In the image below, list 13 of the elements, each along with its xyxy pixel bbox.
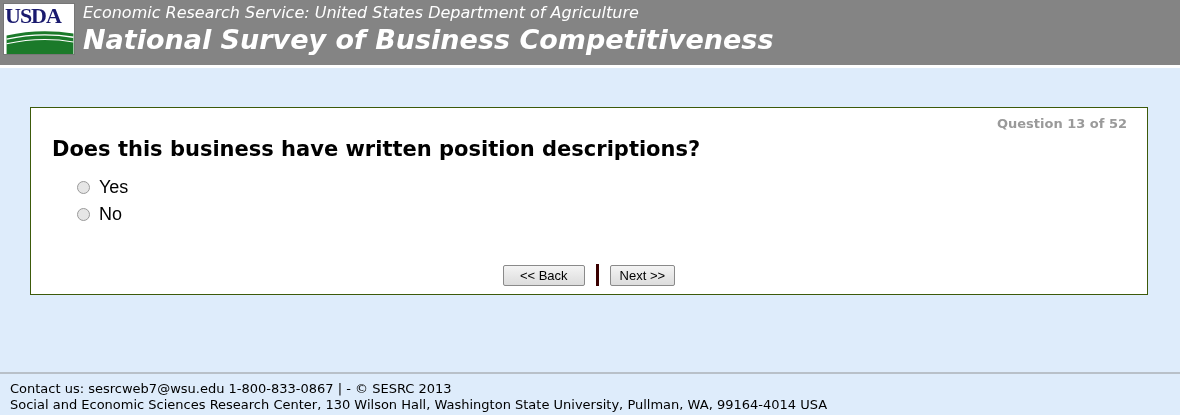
- back-button[interactable]: << Back: [502, 264, 585, 286]
- next-button[interactable]: Next >>: [609, 264, 676, 286]
- address-text: Social and Economic Sciences Research Center, 130 Wilson Hall, Washington State University, Pullman, WA, 99164-4014 USA: [10, 397, 829, 413]
- contact-info: Contact us: sesrcweb7@wsu.edu 1-800-833-0867 | - © SESRC 2013: [10, 381, 453, 397]
- agency-name: Economic Research Service: United States Department of Agriculture: [83, 3, 640, 23]
- radio-button[interactable]: [77, 180, 90, 194]
- radio-option[interactable]: No: [77, 200, 1147, 228]
- question-counter: Question 13 of 52: [996, 115, 1127, 133]
- logo-text: USDA: [4, 4, 63, 28]
- question-text: Does this business have written position descriptions?: [52, 136, 702, 163]
- survey-title: National Survey of Business Competitiveness: [83, 23, 774, 57]
- radio-option[interactable]: Yes: [77, 173, 1147, 201]
- radio-button[interactable]: [77, 207, 90, 221]
